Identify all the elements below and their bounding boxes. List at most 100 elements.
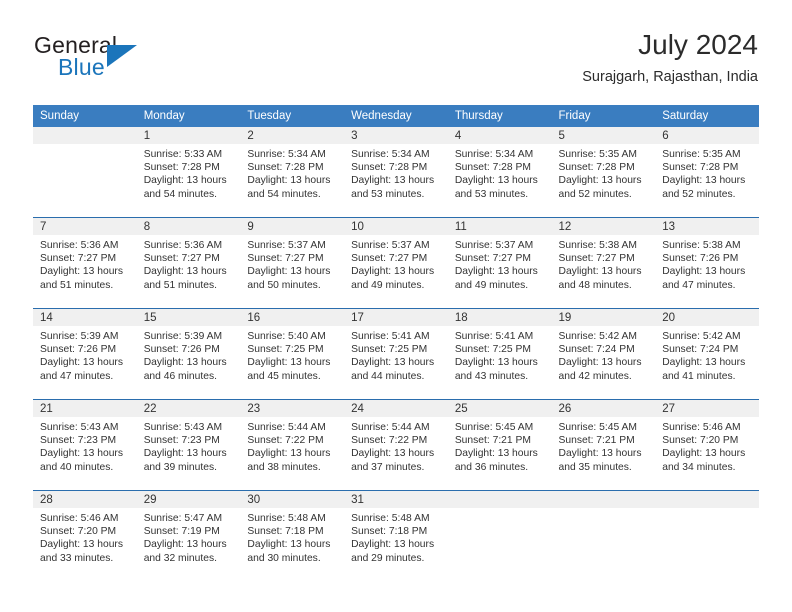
calendar-day-cell[interactable]: 17 Sunrise: 5:41 AM Sunset: 7:25 PM Dayligh… — [344, 308, 448, 400]
calendar-day-cell[interactable]: 4 Sunrise: 5:34 AM Sunset: 7:28 PM Daylight… — [447, 127, 552, 218]
daylight-text: Daylight: 13 hours and 36 minutes. — [454, 448, 538, 473]
daylight-text: Daylight: 13 hours and 41 minutes. — [662, 357, 746, 382]
day-sun-info: Sunrise: 5:45 AM Sunset: 7:21 PM Daylight:… — [552, 417, 656, 474]
sunset-text: Sunset: 7:23 PM — [143, 435, 220, 447]
day-sun-info: Sunrise: 5:47 AM Sunset: 7:19 PM Daylight:… — [137, 508, 241, 565]
sunrise-text: Sunrise: 5:48 AM — [247, 513, 326, 524]
sunrise-text: Sunrise: 5:35 AM — [558, 149, 637, 160]
day-number: 4 — [447, 127, 552, 144]
sunrise-text: Sunrise: 5:44 AM — [351, 422, 430, 433]
calendar-day-cell[interactable]: 6 Sunrise: 5:35 AM Sunset: 7:28 PM Daylight… — [655, 127, 759, 218]
sunset-text: Sunset: 7:27 PM — [558, 253, 635, 265]
calendar-day-cell[interactable]: 12 Sunrise: 5:38 AM Sunset: 7:27 PM Dayligh… — [551, 217, 656, 309]
calendar-day-cell[interactable]: 26 Sunrise: 5:45 AM Sunset: 7:21 PM Dayligh… — [551, 399, 656, 491]
day-number — [655, 491, 759, 508]
page-title: July 2024 — [638, 29, 758, 60]
sunset-text: Sunset: 7:25 PM — [454, 344, 531, 356]
calendar-day-cell[interactable]: 25 Sunrise: 5:45 AM Sunset: 7:21 PM Dayligh… — [447, 399, 552, 491]
daylight-text: Daylight: 13 hours and 54 minutes. — [143, 175, 227, 200]
daylight-text: Daylight: 13 hours and 29 minutes. — [351, 539, 435, 564]
sunset-text: Sunset: 7:21 PM — [558, 435, 635, 447]
calendar-day-cell[interactable]: 10 Sunrise: 5:37 AM Sunset: 7:27 PM Dayligh… — [344, 217, 448, 309]
sunrise-text: Sunrise: 5:46 AM — [40, 513, 119, 524]
calendar-day-cell[interactable]: 1 Sunrise: 5:33 AM Sunset: 7:28 PM Daylight… — [136, 127, 241, 218]
sunrise-text: Sunrise: 5:46 AM — [662, 422, 741, 433]
sunrise-text: Sunrise: 5:38 AM — [558, 240, 637, 251]
general-blue-logo: General Blue — [34, 32, 214, 88]
day-sun-info: Sunrise: 5:45 AM Sunset: 7:21 PM Daylight:… — [448, 417, 552, 474]
calendar-day-cell[interactable]: 27 Sunrise: 5:46 AM Sunset: 7:20 PM Dayligh… — [655, 399, 759, 491]
sunset-text: Sunset: 7:27 PM — [454, 253, 531, 265]
calendar-day-cell[interactable]: 8 Sunrise: 5:36 AM Sunset: 7:27 PM Daylight… — [136, 217, 241, 309]
day-sun-info: Sunrise: 5:36 AM Sunset: 7:27 PM Daylight:… — [33, 235, 137, 292]
sunset-text: Sunset: 7:23 PM — [40, 435, 117, 447]
daylight-text: Daylight: 13 hours and 34 minutes. — [662, 448, 746, 473]
calendar-day-cell[interactable]: 18 Sunrise: 5:41 AM Sunset: 7:25 PM Dayligh… — [447, 308, 552, 400]
day-sun-info: Sunrise: 5:38 AM Sunset: 7:26 PM Daylight:… — [655, 235, 759, 292]
weekday-header-wednesday: Wednesday — [344, 105, 448, 127]
day-number: 14 — [33, 309, 137, 326]
sunset-text: Sunset: 7:20 PM — [40, 526, 117, 538]
sunrise-text: Sunrise: 5:34 AM — [351, 149, 430, 160]
sunrise-text: Sunrise: 5:45 AM — [558, 422, 637, 433]
sunset-text: Sunset: 7:20 PM — [662, 435, 739, 447]
sunset-text: Sunset: 7:22 PM — [247, 435, 324, 447]
calendar-day-cell[interactable]: 21 Sunrise: 5:43 AM Sunset: 7:23 PM Dayligh… — [33, 399, 137, 491]
calendar-day-cell[interactable]: 13 Sunrise: 5:38 AM Sunset: 7:26 PM Dayligh… — [655, 217, 759, 309]
day-number — [33, 127, 137, 144]
daylight-text: Daylight: 13 hours and 54 minutes. — [247, 175, 331, 200]
calendar-day-cell[interactable]: 19 Sunrise: 5:42 AM Sunset: 7:24 PM Dayligh… — [551, 308, 656, 400]
day-number: 21 — [33, 400, 137, 417]
calendar-day-cell[interactable]: 16 Sunrise: 5:40 AM Sunset: 7:25 PM Dayligh… — [240, 308, 345, 400]
page-header: General Blue July 2024 Surajgarh, Rajast… — [34, 28, 758, 98]
daylight-text: Daylight: 13 hours and 49 minutes. — [351, 266, 435, 291]
calendar-day-cell[interactable]: 30 Sunrise: 5:48 AM Sunset: 7:18 PM Dayligh… — [240, 490, 345, 581]
calendar-day-cell[interactable]: 29 Sunrise: 5:47 AM Sunset: 7:19 PM Dayligh… — [136, 490, 241, 581]
sunset-text: Sunset: 7:22 PM — [351, 435, 428, 447]
calendar-day-cell[interactable]: 24 Sunrise: 5:44 AM Sunset: 7:22 PM Dayligh… — [344, 399, 448, 491]
title-block: July 2024 Surajgarh, Rajasthan, India — [582, 28, 758, 88]
calendar-day-cell[interactable]: 5 Sunrise: 5:35 AM Sunset: 7:28 PM Daylight… — [551, 127, 656, 218]
weekday-header-thursday: Thursday — [447, 105, 552, 127]
calendar-day-cell[interactable]: 22 Sunrise: 5:43 AM Sunset: 7:23 PM Dayligh… — [136, 399, 241, 491]
calendar-day-cell[interactable]: 14 Sunrise: 5:39 AM Sunset: 7:26 PM Dayligh… — [33, 308, 137, 400]
calendar-day-cell[interactable]: 11 Sunrise: 5:37 AM Sunset: 7:27 PM Dayligh… — [447, 217, 552, 309]
calendar-week-row: 28 Sunrise: 5:46 AM Sunset: 7:20 PM Dayligh… — [33, 490, 759, 581]
calendar-day-cell[interactable]: 23 Sunrise: 5:44 AM Sunset: 7:22 PM Dayligh… — [240, 399, 345, 491]
day-sun-info: Sunrise: 5:37 AM Sunset: 7:27 PM Daylight:… — [240, 235, 344, 292]
calendar-day-cell-empty — [33, 127, 137, 218]
calendar-day-cell[interactable]: 3 Sunrise: 5:34 AM Sunset: 7:28 PM Daylight… — [344, 127, 448, 218]
calendar-day-cell[interactable]: 7 Sunrise: 5:36 AM Sunset: 7:27 PM Daylight… — [33, 217, 137, 309]
day-number: 8 — [136, 218, 241, 235]
weekday-header-sunday: Sunday — [33, 105, 137, 127]
day-sun-info: Sunrise: 5:34 AM Sunset: 7:28 PM Daylight:… — [448, 144, 552, 201]
day-sun-info: Sunrise: 5:34 AM Sunset: 7:28 PM Daylight:… — [240, 144, 344, 201]
day-number: 28 — [33, 491, 137, 508]
calendar-day-cell[interactable]: 9 Sunrise: 5:37 AM Sunset: 7:27 PM Daylight… — [240, 217, 345, 309]
day-sun-info: Sunrise: 5:46 AM Sunset: 7:20 PM Daylight:… — [655, 417, 759, 474]
sunrise-text: Sunrise: 5:34 AM — [247, 149, 326, 160]
day-sun-info: Sunrise: 5:38 AM Sunset: 7:27 PM Daylight:… — [552, 235, 656, 292]
day-sun-info: Sunrise: 5:43 AM Sunset: 7:23 PM Daylight:… — [33, 417, 137, 474]
day-sun-info: Sunrise: 5:39 AM Sunset: 7:26 PM Daylight:… — [33, 326, 137, 383]
sunset-text: Sunset: 7:25 PM — [351, 344, 428, 356]
day-number: 18 — [447, 309, 552, 326]
calendar-week-row: 21 Sunrise: 5:43 AM Sunset: 7:23 PM Dayligh… — [33, 399, 759, 491]
logo-triangle-icon — [107, 45, 137, 67]
calendar-day-cell[interactable]: 28 Sunrise: 5:46 AM Sunset: 7:20 PM Dayligh… — [33, 490, 137, 581]
daylight-text: Daylight: 13 hours and 33 minutes. — [40, 539, 123, 564]
sunrise-text: Sunrise: 5:37 AM — [351, 240, 430, 251]
calendar-day-cell[interactable]: 31 Sunrise: 5:48 AM Sunset: 7:18 PM Dayligh… — [344, 490, 448, 581]
day-number: 27 — [655, 400, 759, 417]
day-number: 29 — [136, 491, 241, 508]
day-number: 23 — [240, 400, 345, 417]
calendar-day-cell[interactable]: 15 Sunrise: 5:39 AM Sunset: 7:26 PM Dayligh… — [136, 308, 241, 400]
calendar-day-cell[interactable]: 2 Sunrise: 5:34 AM Sunset: 7:28 PM Daylight… — [240, 127, 345, 218]
calendar-page: General Blue July 2024 Surajgarh, Rajast… — [0, 0, 792, 612]
calendar-day-cell[interactable]: 20 Sunrise: 5:42 AM Sunset: 7:24 PM Dayligh… — [655, 308, 759, 400]
sunset-text: Sunset: 7:28 PM — [143, 162, 220, 174]
day-sun-info: Sunrise: 5:37 AM Sunset: 7:27 PM Daylight:… — [344, 235, 448, 292]
day-number — [447, 491, 552, 508]
daylight-text: Daylight: 13 hours and 39 minutes. — [143, 448, 227, 473]
calendar-grid: Sunday Monday Tuesday Wednesday Thursday Frid… — [33, 105, 759, 581]
